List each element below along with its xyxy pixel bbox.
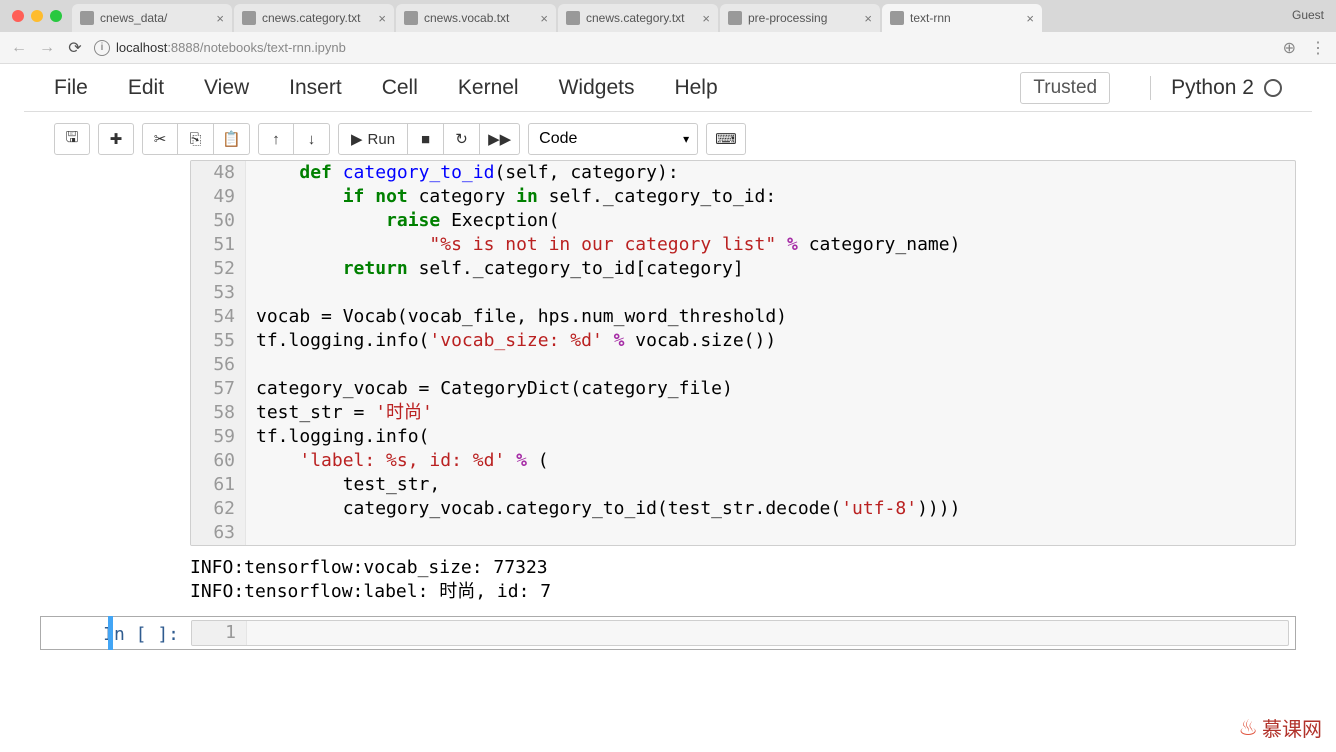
run-button[interactable]: ▶Run (338, 123, 408, 155)
browser-tab-strip: cnews_data/×cnews.category.txt×cnews.voc… (0, 0, 1336, 32)
input-prompt (40, 160, 190, 546)
cut-button[interactable]: ✂ (142, 123, 178, 155)
browser-tab[interactable]: cnews_data/× (72, 4, 232, 32)
fast-forward-button[interactable]: ▶▶ (480, 123, 520, 155)
cell-type-select[interactable]: Code (528, 123, 698, 155)
kernel-status-icon (1264, 79, 1282, 97)
menu-insert[interactable]: Insert (289, 76, 342, 100)
kernel-indicator[interactable]: Python 2 (1150, 76, 1282, 100)
close-tab-icon[interactable]: × (540, 11, 548, 26)
menu-file[interactable]: File (54, 76, 88, 100)
favicon (242, 11, 256, 25)
browser-tab[interactable]: cnews.vocab.txt× (396, 4, 556, 32)
reload-button[interactable]: ⟳ (66, 38, 84, 58)
code-editor[interactable]: 48 def category_to_id(self, category):49… (190, 160, 1296, 546)
menu-kernel[interactable]: Kernel (458, 76, 519, 100)
flame-icon: ♨ (1238, 715, 1258, 741)
close-tab-icon[interactable]: × (216, 11, 224, 26)
browser-menu-icon[interactable]: ⋮ (1310, 38, 1326, 58)
menu-help[interactable]: Help (674, 76, 717, 100)
favicon (890, 11, 904, 25)
jupyter-menu-bar: FileEditViewInsertCellKernelWidgetsHelp … (24, 64, 1312, 112)
browser-tab[interactable]: cnews.category.txt× (558, 4, 718, 32)
empty-code-cell[interactable]: In [ ]: 1 (40, 616, 1296, 650)
cell-output: INFO:tensorflow:vocab_size: 77323 INFO:t… (190, 552, 551, 608)
menu-view[interactable]: View (204, 76, 249, 100)
close-tab-icon[interactable]: × (378, 11, 386, 26)
notebook-area: 48 def category_to_id(self, category):49… (0, 160, 1336, 650)
close-tab-icon[interactable]: × (864, 11, 872, 26)
add-cell-button[interactable]: ✚ (98, 123, 134, 155)
url-input[interactable]: i localhost:8888/notebooks/text-rnn.ipyn… (94, 40, 1273, 56)
menu-edit[interactable]: Edit (128, 76, 164, 100)
back-button[interactable]: ← (10, 39, 28, 57)
watermark: ♨ 慕课网 (1238, 713, 1322, 742)
zoom-icon[interactable]: ⊕ (1283, 38, 1296, 58)
favicon (728, 11, 742, 25)
minimize-window-button[interactable] (31, 10, 43, 22)
site-info-icon[interactable]: i (94, 40, 110, 56)
address-bar: ← → ⟳ i localhost:8888/notebooks/text-rn… (0, 32, 1336, 64)
paste-button[interactable]: 📋 (214, 123, 250, 155)
restart-button[interactable]: ↻ (444, 123, 480, 155)
move-down-button[interactable]: ↓ (294, 123, 330, 155)
browser-tab[interactable]: pre-processing× (720, 4, 880, 32)
close-tab-icon[interactable]: × (702, 11, 710, 26)
input-prompt: In [ ]: (41, 620, 191, 646)
copy-button[interactable]: ⎘ (178, 123, 214, 155)
close-window-button[interactable] (12, 10, 24, 22)
favicon (566, 11, 580, 25)
browser-tab[interactable]: cnews.category.txt× (234, 4, 394, 32)
browser-tab[interactable]: text-rnn× (882, 4, 1042, 32)
stop-button[interactable]: ■ (408, 123, 444, 155)
forward-button: → (38, 39, 56, 57)
menu-widgets[interactable]: Widgets (559, 76, 635, 100)
jupyter-toolbar: 🖫 ✚ ✂ ⎘ 📋 ↑ ↓ ▶Run ■ ↻ ▶▶ Code ⌨ (24, 118, 1312, 160)
maximize-window-button[interactable] (50, 10, 62, 22)
command-palette-button[interactable]: ⌨ (706, 123, 746, 155)
code-editor[interactable]: 1 (191, 620, 1289, 646)
profile-label[interactable]: Guest (1292, 8, 1324, 22)
favicon (80, 11, 94, 25)
favicon (404, 11, 418, 25)
save-button[interactable]: 🖫 (54, 123, 90, 155)
move-up-button[interactable]: ↑ (258, 123, 294, 155)
menu-cell[interactable]: Cell (382, 76, 418, 100)
code-cell[interactable]: 48 def category_to_id(self, category):49… (40, 160, 1296, 608)
window-controls (12, 10, 62, 22)
close-tab-icon[interactable]: × (1026, 11, 1034, 26)
trusted-button[interactable]: Trusted (1020, 72, 1110, 104)
